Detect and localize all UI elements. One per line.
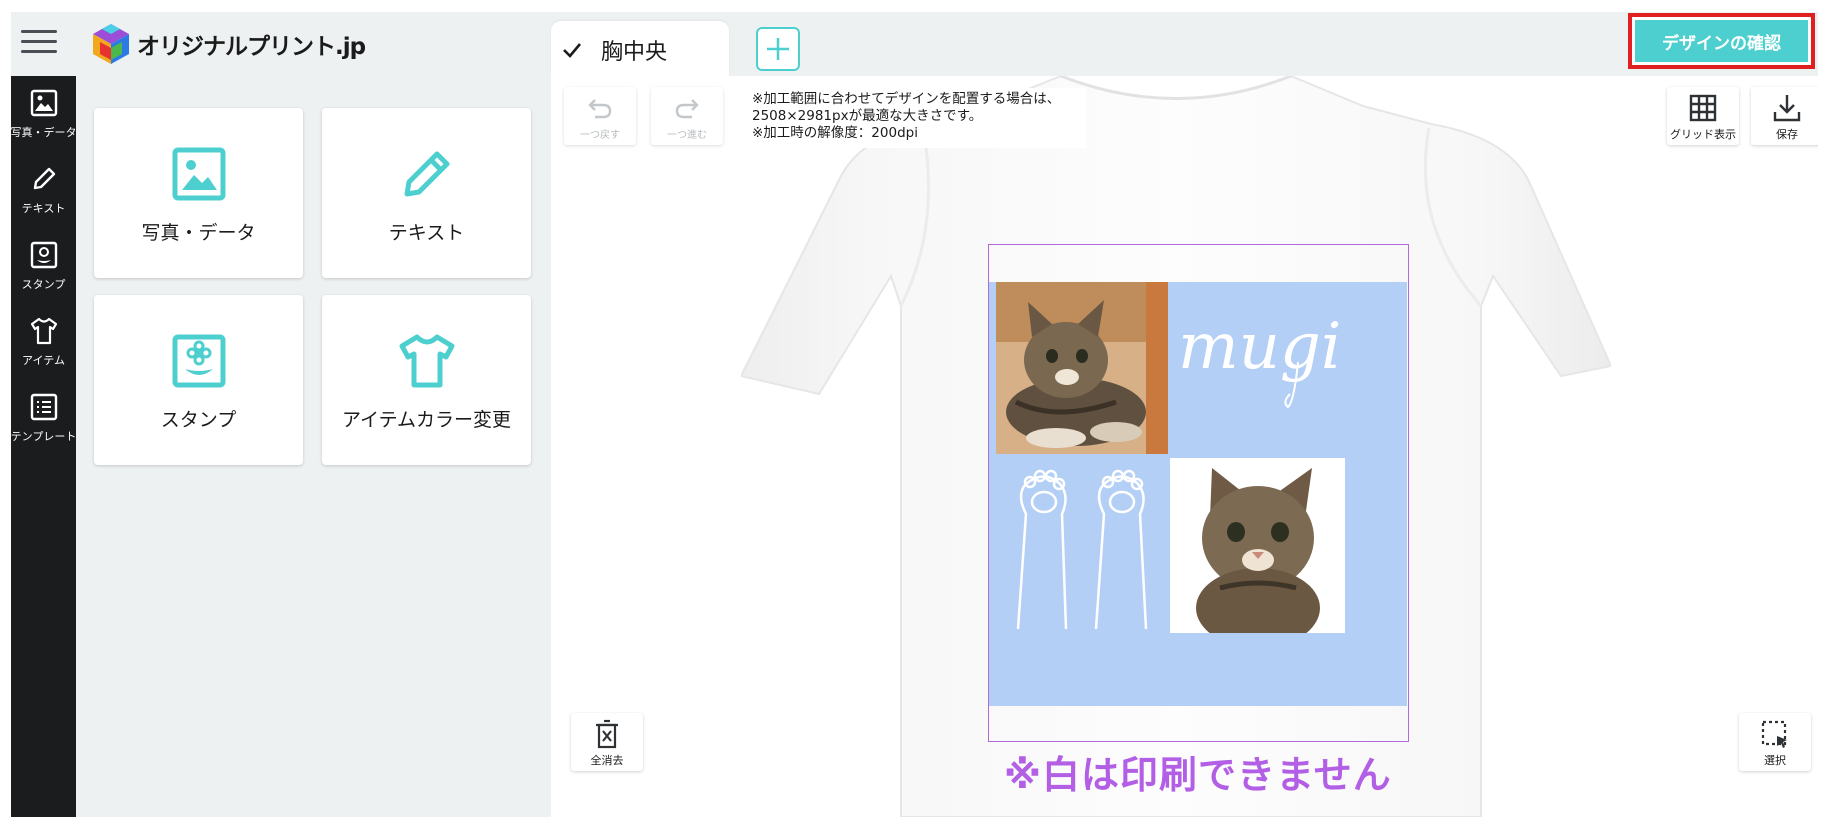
redo-label: 一つ進む [667,130,707,141]
photo-data-card[interactable]: 写真・データ [94,108,303,278]
pencil-icon [404,151,449,197]
print-size-notice: ※加工範囲に合わせてデザインを配置する場合は、 2508×2981pxが最適な大… [746,88,1086,148]
mugi-text: mugi [1178,310,1341,384]
logo[interactable]: オリジナルプリント.jp [91,18,366,70]
notice-line: ※加工範囲に合わせてデザインを配置する場合は、 [752,91,1061,107]
notice-line: 2508×2981pxが最適な大きさです。 [752,108,983,124]
select-button[interactable]: 選択 [1739,713,1811,771]
sidebar-item-photo[interactable]: 写真・データ [11,76,77,140]
header: オリジナルプリント.jp 胸中央 デザインの確認 [11,12,1818,78]
notice-line: ※加工時の解像度：200dpi [752,125,918,141]
list-icon [30,393,57,421]
stamp-card[interactable]: スタンプ [94,295,303,465]
undo-icon [588,99,612,119]
sidebar-item-text[interactable]: テキスト [11,152,76,216]
add-tab-button[interactable] [756,27,800,71]
sidebar-item-label: テキスト [21,202,66,215]
stamp-icon [172,334,225,388]
sidebar-item-template[interactable]: テンプレート [11,380,76,444]
sidebar-item-label: スタンプ [21,278,66,291]
hamburger-menu-icon[interactable] [19,22,59,62]
grid-label: グリッド表示 [1670,128,1736,141]
tab-label: 胸中央 [601,39,668,65]
grid-icon [1689,94,1717,122]
undo-label: 一つ戻す [580,130,620,141]
editor-app: オリジナルプリント.jp 胸中央 デザインの確認 写真・データ テキスト スタン… [11,12,1818,817]
plus-icon [767,38,789,60]
sidebar-item-stamp[interactable]: スタンプ [11,228,76,292]
mugi-script: mugi [1178,310,1341,409]
design-image[interactable]: mugi [989,282,1407,706]
sidebar-item-label: 写真・データ [11,126,77,139]
tshirt-icon [30,317,57,345]
select-label: 選択 [1764,754,1786,767]
icon-sidebar: 写真・データ テキスト スタンプ アイテム テンプレート [11,76,77,817]
card-label: 写真・データ [141,222,256,244]
undo-button[interactable]: 一つ戻す [564,87,636,145]
cube-logo-icon [93,24,129,64]
tool-panel: 写真・データ テキスト スタンプ アイテムカラー変更 [76,76,551,817]
cat-face-photo [1170,458,1345,633]
stamp-icon [30,241,57,269]
sidebar-item-item[interactable]: アイテム [11,304,76,368]
pencil-icon [33,167,55,190]
text-card[interactable]: テキスト [322,108,531,278]
mugi-text-tile: mugi [1168,282,1348,454]
redo-button[interactable]: 一つ進む [651,87,723,145]
download-icon [1773,95,1801,122]
clear-label: 全消去 [590,754,624,767]
save-label: 保存 [1776,128,1798,141]
tab-chest-center[interactable]: 胸中央 [551,21,729,78]
grid-toggle-button[interactable]: グリッド表示 [1667,87,1739,145]
trash-icon [596,719,618,749]
card-label: スタンプ [160,409,237,431]
card-label: テキスト [388,222,465,244]
clear-all-button[interactable]: 全消去 [571,713,643,771]
confirm-design-button[interactable]: デザインの確認 [1635,20,1808,62]
cat-lying-photo [996,282,1168,454]
item-color-card[interactable]: アイテムカラー変更 [322,295,531,465]
print-area[interactable]: mugi [988,244,1409,742]
card-label: アイテムカラー変更 [341,409,512,431]
sidebar-item-label: アイテム [22,354,65,367]
image-icon [172,147,225,201]
design-canvas[interactable]: 一つ戻す 一つ進む ※加工範囲に合わせてデザインを配置する場合は、 2508×2… [551,76,1818,817]
image-icon [30,89,57,117]
paw-drawing [1016,469,1148,630]
save-button[interactable]: 保存 [1751,87,1818,145]
check-icon [563,42,581,58]
confirm-highlight: デザインの確認 [1628,13,1815,69]
tshirt-icon [399,334,454,388]
logo-text: オリジナルプリント.jp [137,34,366,60]
select-icon [1761,720,1787,748]
sidebar-item-label: テンプレート [11,430,77,443]
white-not-printable-warning: ※白は印刷できません [1004,753,1392,797]
redo-icon [675,99,699,119]
